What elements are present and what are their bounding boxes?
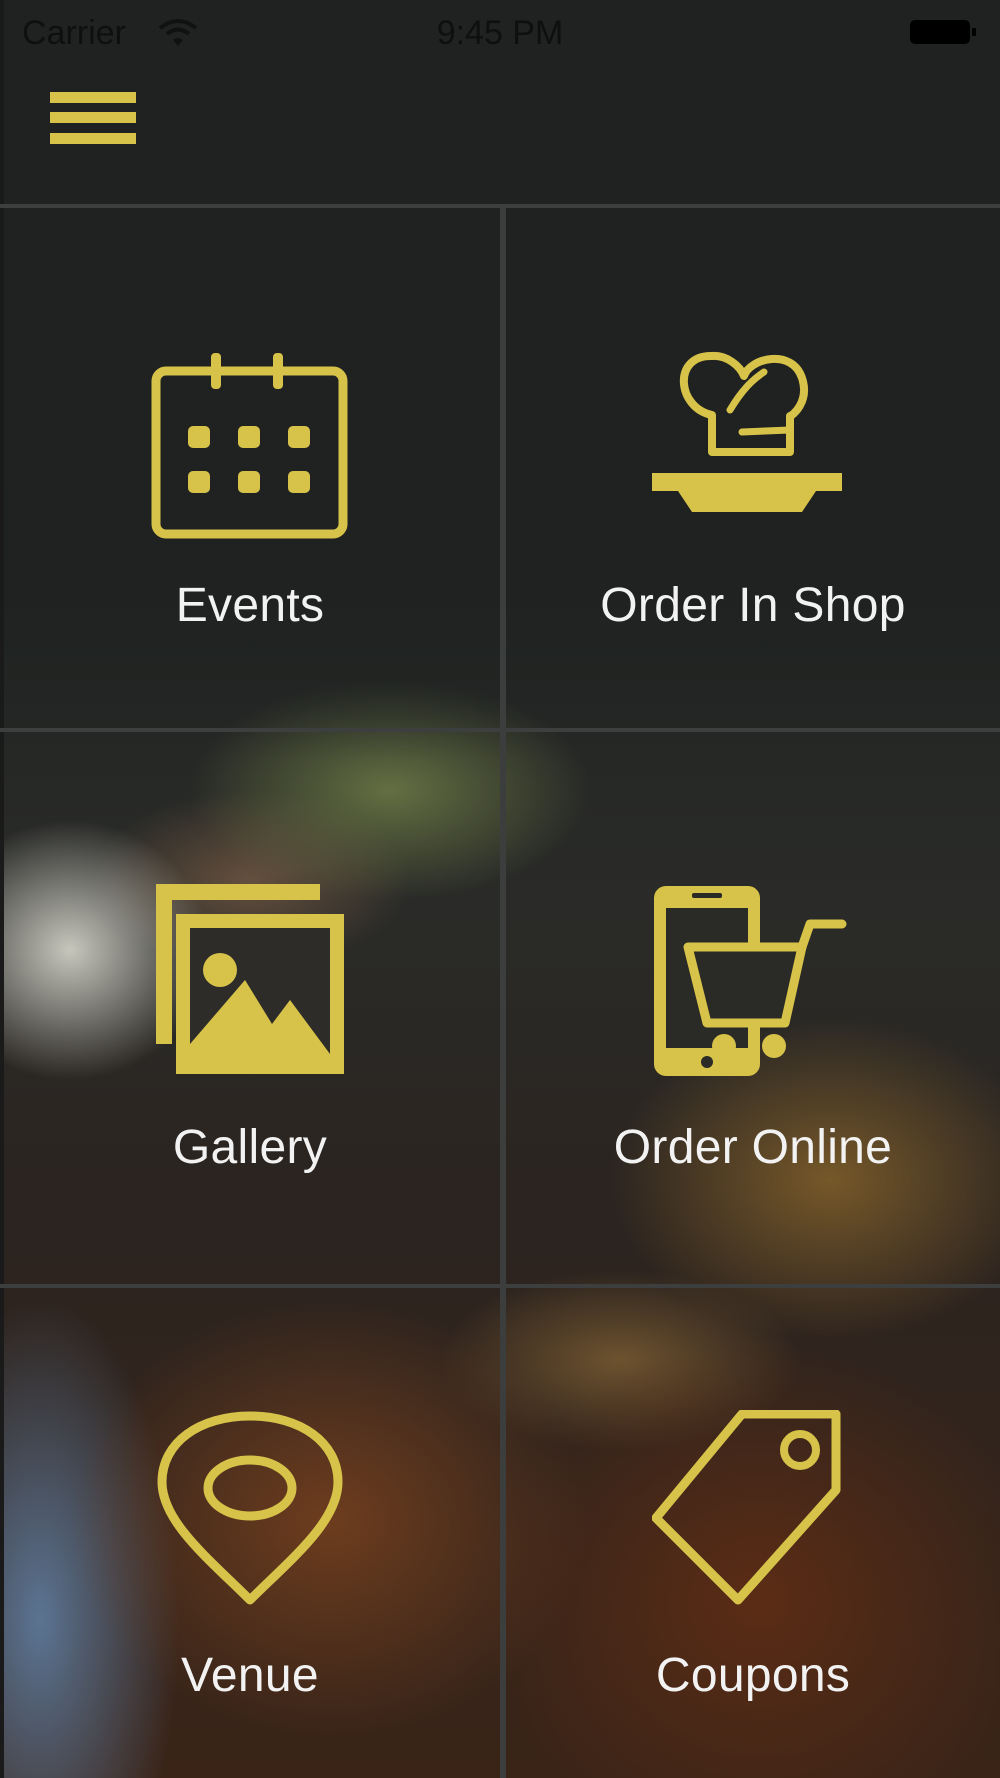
calendar-icon [151, 353, 348, 539]
tile-label: Order Online [613, 1121, 893, 1174]
chef-hat-icon [652, 351, 842, 512]
tile-label: Events [175, 579, 325, 632]
phone-cart-icon [654, 886, 847, 1076]
battery-icon [910, 20, 976, 44]
tile-label: Gallery [172, 1121, 328, 1174]
tile-order-in-shop[interactable]: Order In Shop [506, 208, 1000, 728]
location-pin-icon [157, 1411, 343, 1605]
tile-venue[interactable]: Venue [0, 1288, 500, 1778]
navigation-bar [0, 66, 1000, 206]
coupon-tag-icon [652, 1410, 841, 1605]
tile-label: Coupons [655, 1649, 851, 1702]
tile-label: Venue [181, 1649, 319, 1702]
hamburger-menu-icon[interactable] [46, 78, 138, 154]
tile-coupons[interactable]: Coupons [506, 1288, 1000, 1778]
tile-events[interactable]: Events [0, 208, 500, 728]
status-bar: Carrier 9:45 PM [0, 0, 1000, 66]
status-time: 9:45 PM [436, 14, 564, 52]
tile-order-online[interactable]: Order Online [506, 732, 1000, 1284]
tile-label: Order In Shop [600, 579, 906, 632]
gallery-icon [156, 884, 344, 1074]
tile-gallery[interactable]: Gallery [0, 732, 500, 1284]
